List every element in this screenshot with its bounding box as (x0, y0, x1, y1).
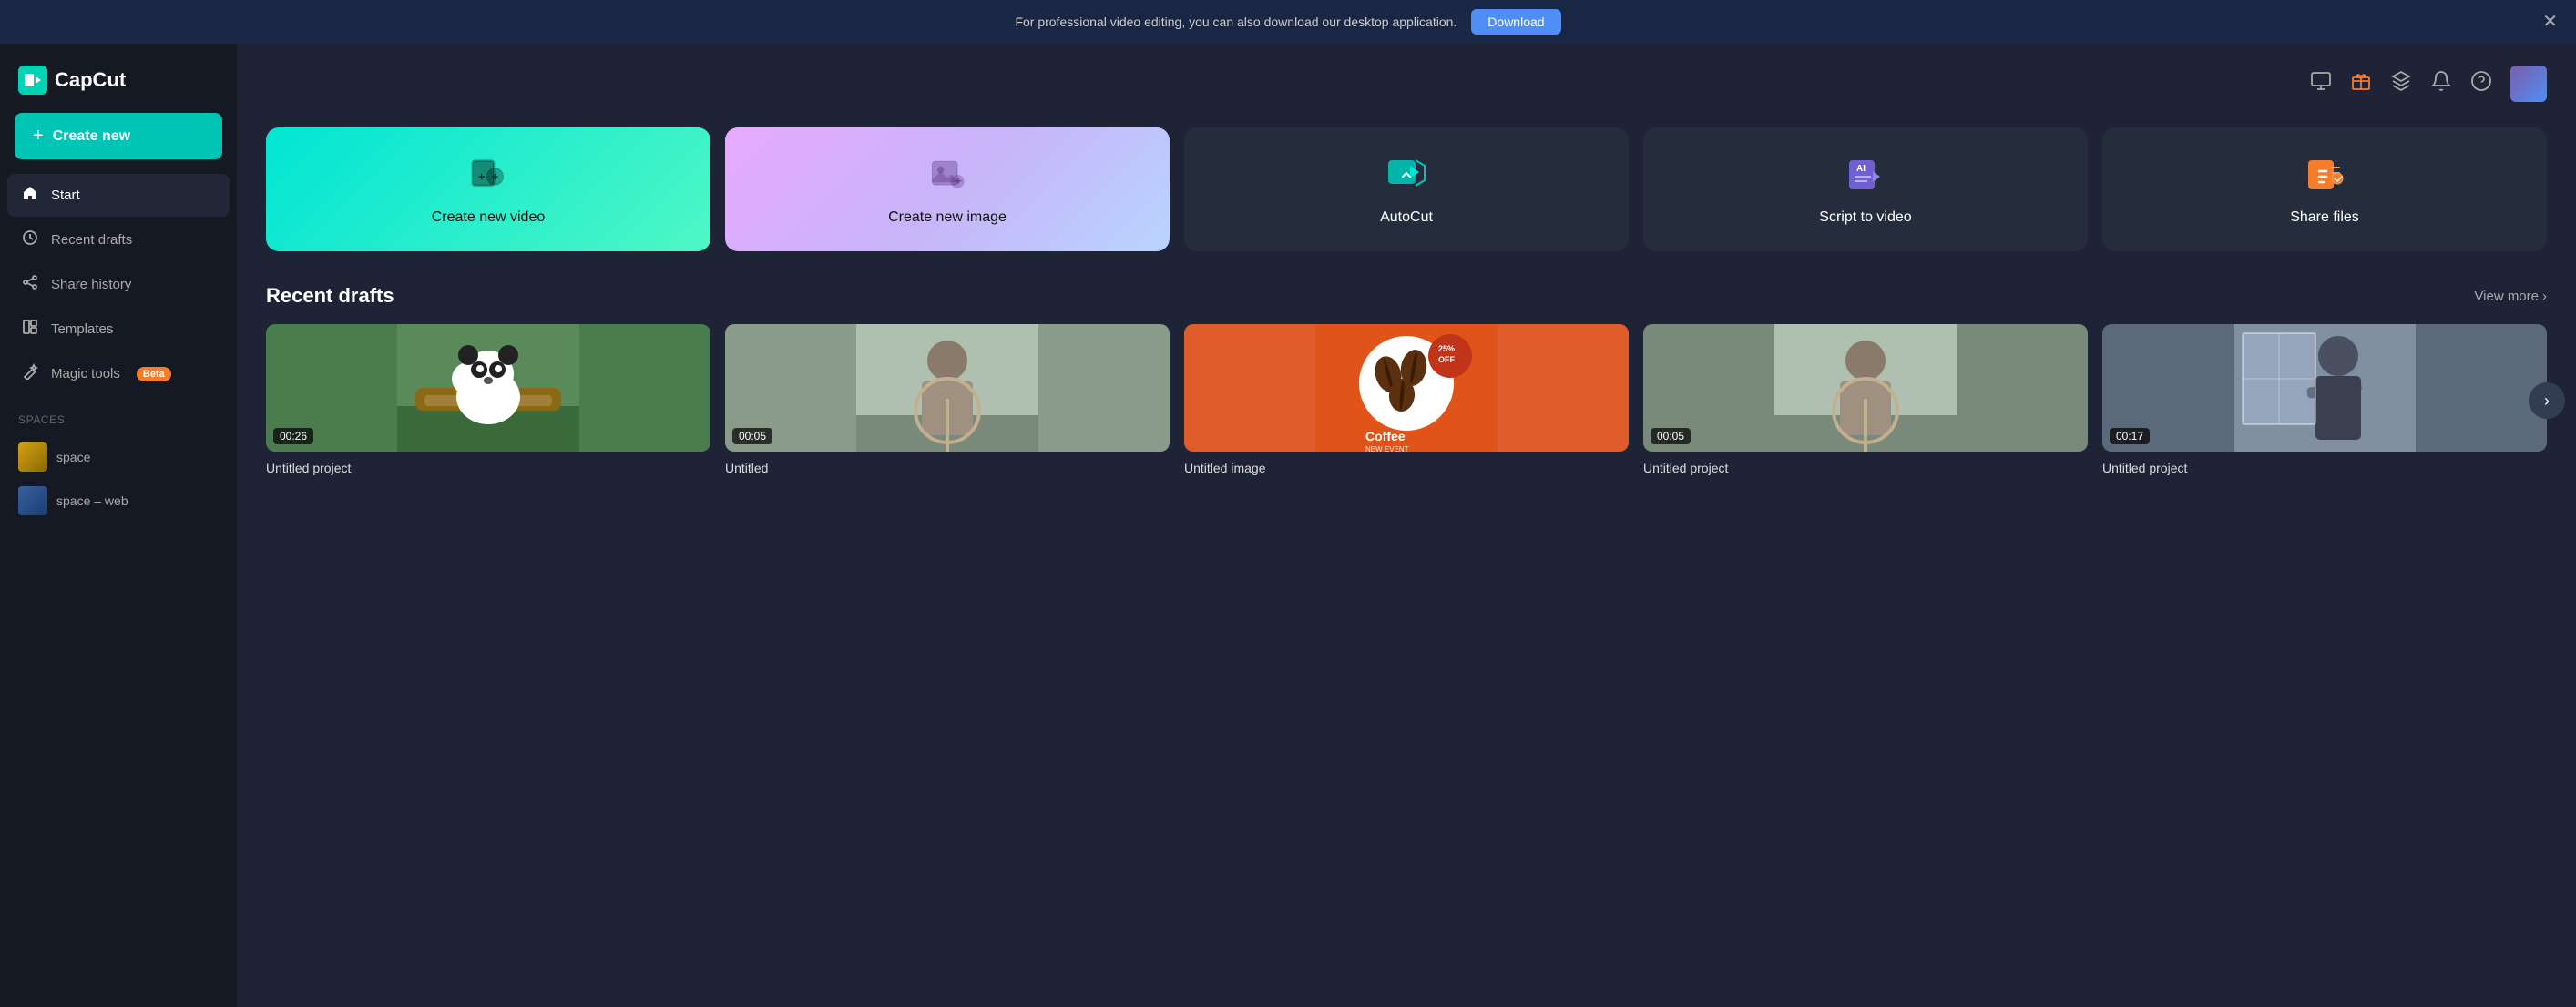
draft-thumb-1: 00:26 (266, 324, 710, 452)
space-label-2: space – web (56, 493, 128, 508)
space-thumb-2 (18, 486, 47, 515)
svg-text:Coffee: Coffee (1365, 429, 1406, 443)
quick-actions: + + Create new video + Cre (266, 127, 2547, 251)
share-files-card[interactable]: Share files (2102, 127, 2547, 251)
draft-card-1[interactable]: 00:26 Untitled project (266, 324, 710, 477)
create-new-button[interactable]: + Create new (15, 113, 222, 159)
svg-text:AI: AI (1856, 164, 1866, 174)
recent-drafts-header: Recent drafts View more › (266, 284, 2547, 308)
draft-duration-4: 00:05 (1651, 428, 1691, 444)
draft-duration-5: 00:17 (2110, 428, 2150, 444)
svg-text:+: + (478, 169, 486, 183)
templates-icon (22, 319, 38, 340)
share-files-icon (2303, 153, 2346, 197)
svg-text:OFF: OFF (1438, 355, 1455, 364)
sidebar-item-recent-drafts[interactable]: Recent drafts (7, 219, 230, 261)
share-files-label: Share files (2290, 209, 2359, 226)
monitor-icon[interactable] (2310, 70, 2332, 97)
draft-card-3[interactable]: 25% OFF Coffee NEW EVENT Untitled image (1184, 324, 1629, 477)
view-more-link[interactable]: View more › (2474, 289, 2547, 304)
logo-text: CapCut (55, 68, 126, 92)
script-to-video-icon: AI (1844, 153, 1887, 197)
svg-text:25%: 25% (1438, 344, 1455, 353)
draft-thumb-5: 00:17 (2102, 324, 2547, 452)
bell-icon[interactable] (2430, 70, 2452, 97)
close-banner-button[interactable]: ✕ (2542, 13, 2558, 31)
draft-title-4: Untitled project (1643, 461, 1728, 475)
app-layout: CapCut + Create new Start (0, 44, 2576, 1007)
create-video-label: Create new video (432, 209, 546, 226)
chevron-right-icon: › (2542, 289, 2547, 304)
plus-icon: + (33, 126, 44, 147)
space-item-1[interactable]: space (18, 435, 219, 479)
draft-card-4[interactable]: 00:05 Untitled project (1643, 324, 2088, 477)
download-button[interactable]: Download (1471, 9, 1560, 35)
svg-text:+: + (955, 174, 962, 188)
draft-title-5: Untitled project (2102, 461, 2187, 475)
create-image-label: Create new image (888, 209, 1007, 226)
main-content: + + Create new video + Cre (237, 44, 2576, 1007)
sidebar-share-label: Share history (51, 277, 131, 292)
recent-drafts-title: Recent drafts (266, 284, 394, 308)
sidebar-item-templates[interactable]: Templates (7, 308, 230, 351)
script-to-video-card[interactable]: AI Script to video (1643, 127, 2088, 251)
sidebar-item-start[interactable]: Start (7, 174, 230, 217)
draft-thumb-4: 00:05 (1643, 324, 2088, 452)
magic-icon (22, 363, 38, 384)
layers-icon[interactable] (2390, 70, 2412, 97)
svg-text:+: + (492, 169, 499, 183)
draft-card-2[interactable]: 00:05 Untitled (725, 324, 1170, 477)
space-item-2[interactable]: space – web (18, 479, 219, 523)
draft-duration-1: 00:26 (273, 428, 313, 444)
draft-duration-2: 00:05 (732, 428, 772, 444)
autocut-icon (1385, 153, 1428, 197)
create-video-card[interactable]: + + Create new video (266, 127, 710, 251)
draft-title-1: Untitled project (266, 461, 351, 475)
script-to-video-label: Script to video (1819, 209, 1911, 226)
sidebar-templates-label: Templates (51, 321, 113, 337)
share-icon (22, 274, 38, 295)
drafts-grid: 00:26 Untitled project (266, 324, 2547, 477)
svg-text:NEW EVENT: NEW EVENT (1365, 445, 1409, 452)
avatar[interactable] (2510, 66, 2547, 102)
clock-icon (22, 229, 38, 250)
help-icon[interactable] (2470, 70, 2492, 97)
draft-thumb-2: 00:05 (725, 324, 1170, 452)
spaces-section: Spaces space space – web (0, 413, 237, 523)
autocut-label: AutoCut (1380, 209, 1433, 226)
draft-card-5[interactable]: 00:17 Untitled project (2102, 324, 2547, 477)
create-image-icon: + (925, 153, 969, 197)
top-banner: For professional video editing, you can … (0, 0, 2576, 44)
spaces-label: Spaces (18, 413, 219, 426)
sidebar-start-label: Start (51, 188, 80, 203)
autocut-card[interactable]: AutoCut (1184, 127, 1629, 251)
banner-text: For professional video editing, you can … (1015, 15, 1457, 29)
draft-title-2: Untitled (725, 461, 768, 475)
draft-title-3: Untitled image (1184, 461, 1266, 475)
sidebar-nav: Start Recent drafts (0, 174, 237, 395)
create-image-card[interactable]: + Create new image (725, 127, 1170, 251)
scroll-right-button[interactable]: › (2529, 382, 2565, 419)
create-video-icon: + + (466, 153, 510, 197)
beta-badge: Beta (137, 367, 171, 381)
sidebar-item-share-history[interactable]: Share history (7, 263, 230, 306)
space-label-1: space (56, 450, 90, 464)
create-new-label: Create new (53, 128, 130, 145)
sidebar-recent-label: Recent drafts (51, 232, 132, 248)
sidebar-item-magic-tools[interactable]: Magic tools Beta (7, 352, 230, 395)
home-icon (22, 185, 38, 206)
sidebar-magic-label: Magic tools (51, 366, 120, 381)
main-header (266, 66, 2547, 102)
draft-thumb-3: 25% OFF Coffee NEW EVENT (1184, 324, 1629, 452)
gift-icon[interactable] (2350, 70, 2372, 97)
sidebar: CapCut + Create new Start (0, 44, 237, 1007)
logo: CapCut (0, 58, 237, 113)
space-thumb-1 (18, 442, 47, 472)
logo-icon (18, 66, 47, 95)
